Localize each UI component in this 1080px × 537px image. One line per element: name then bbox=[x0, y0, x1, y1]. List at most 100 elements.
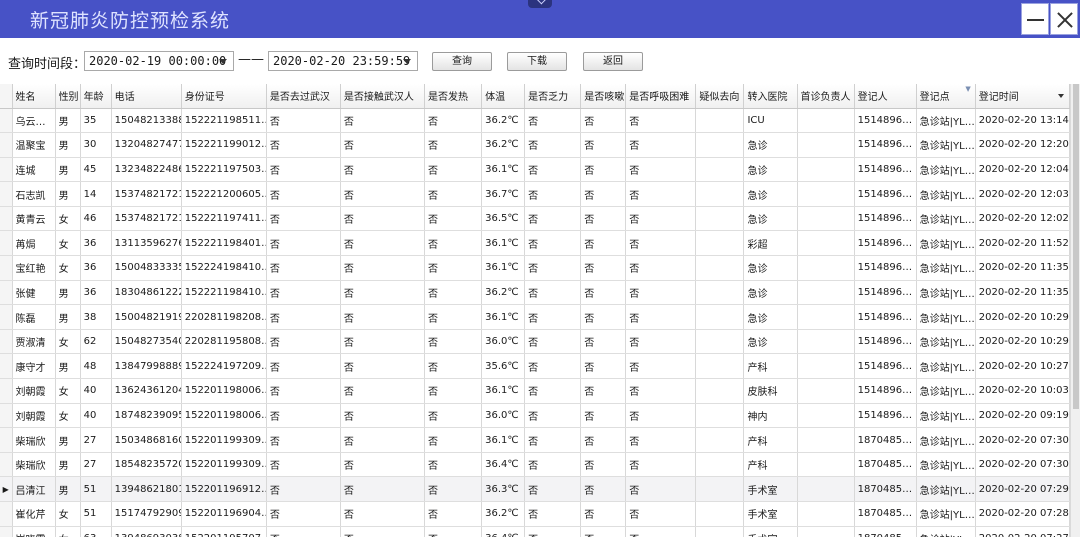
table-cell[interactable]: 36.2℃ bbox=[481, 132, 526, 158]
table-cell[interactable] bbox=[797, 378, 855, 404]
column-header[interactable]: 是否去过武汉 bbox=[266, 84, 341, 109]
table-cell[interactable]: 否 bbox=[424, 132, 483, 158]
table-cell[interactable]: 贾淑清 bbox=[12, 329, 56, 355]
table-cell[interactable]: 否 bbox=[424, 157, 483, 183]
table-cell[interactable]: 2020-02-20 12:20:1 bbox=[975, 132, 1071, 158]
row-header[interactable] bbox=[0, 452, 13, 478]
table-cell[interactable]: 否 bbox=[340, 526, 426, 537]
table-cell[interactable]: 产科 bbox=[743, 427, 798, 453]
table-cell[interactable]: 152221199012… bbox=[181, 132, 267, 158]
table-cell[interactable]: 1514896… bbox=[854, 403, 917, 429]
row-header[interactable] bbox=[0, 206, 13, 232]
table-cell[interactable] bbox=[695, 181, 745, 207]
table-cell[interactable]: 1514896… bbox=[854, 157, 917, 183]
table-cell[interactable]: 否 bbox=[625, 181, 697, 207]
table-cell[interactable]: 否 bbox=[580, 526, 627, 537]
table-cell[interactable]: 彩超 bbox=[743, 230, 798, 257]
table-cell[interactable]: 1514896… bbox=[854, 181, 917, 207]
table-cell[interactable]: 1514896… bbox=[854, 132, 917, 158]
table-cell[interactable]: 2020-02-20 12:03:3 bbox=[975, 181, 1071, 207]
table-cell[interactable]: 崔化芹 bbox=[12, 501, 56, 527]
table-cell[interactable]: 36.0℃ bbox=[481, 403, 526, 429]
row-header[interactable] bbox=[0, 329, 13, 355]
table-cell[interactable]: 36.4℃ bbox=[481, 526, 526, 537]
table-cell[interactable]: 否 bbox=[625, 255, 697, 281]
table-cell[interactable]: 急诊 bbox=[743, 181, 798, 207]
table-cell[interactable]: 1870485… bbox=[854, 526, 917, 537]
table-cell[interactable]: 否 bbox=[266, 132, 341, 158]
row-header[interactable] bbox=[0, 132, 13, 158]
table-cell[interactable]: 否 bbox=[424, 329, 483, 355]
start-time-picker[interactable]: 2020-02-19 00:00:00 bbox=[84, 51, 234, 71]
table-cell[interactable]: 152201199309… bbox=[181, 452, 267, 478]
table-cell[interactable]: 急诊 bbox=[743, 206, 798, 232]
table-cell[interactable]: 152221198511… bbox=[181, 108, 267, 134]
table-cell[interactable]: 康守才 bbox=[12, 353, 56, 380]
table-row[interactable]: 刘朝霞女 40 13624361204 152201198006… 否否否 36.1℃ 否否… bbox=[0, 378, 1071, 404]
table-cell[interactable]: 否 bbox=[524, 181, 582, 207]
table-cell[interactable]: 35 bbox=[80, 108, 112, 134]
table-cell[interactable]: 神内 bbox=[743, 403, 798, 429]
table-cell[interactable] bbox=[797, 501, 855, 527]
table-cell[interactable]: 2020-02-20 12:02:5 bbox=[975, 206, 1071, 232]
table-cell[interactable]: 13624361204 bbox=[111, 378, 182, 404]
table-cell[interactable]: 急诊站|YL… bbox=[916, 108, 976, 134]
column-header[interactable]: 性别 bbox=[55, 84, 81, 109]
table-cell[interactable]: 2020-02-20 07:30:4 bbox=[975, 427, 1071, 453]
table-cell[interactable]: 152221197411… bbox=[181, 206, 267, 232]
table-cell[interactable]: 否 bbox=[524, 132, 582, 158]
table-cell[interactable]: 柴瑞欣 bbox=[12, 452, 56, 478]
table-cell[interactable] bbox=[695, 526, 745, 537]
table-cell[interactable]: 否 bbox=[580, 427, 627, 453]
table-cell[interactable]: 男 bbox=[55, 157, 81, 183]
table-cell[interactable]: 急诊站|YL… bbox=[916, 230, 976, 257]
table-cell[interactable] bbox=[695, 476, 745, 502]
column-header[interactable]: 年龄 bbox=[80, 84, 112, 109]
table-cell[interactable]: 36.1℃ bbox=[481, 427, 526, 453]
table-cell[interactable]: 38 bbox=[80, 304, 112, 330]
table-row[interactable]: 崔晓霞女6313948693038152201195707…否否否36.4℃否否… bbox=[0, 526, 1071, 537]
table-cell[interactable]: 否 bbox=[266, 378, 341, 404]
table-cell[interactable]: 否 bbox=[524, 403, 582, 429]
table-row[interactable]: 连城男 45 13234822486 152221197503… 否否否 36.1℃ 否否否… bbox=[0, 157, 1071, 183]
table-cell[interactable]: 否 bbox=[424, 476, 483, 502]
table-row[interactable]: 乌云… 男 35 15048213388 152221198511… 否否否 36.2℃ 否否… bbox=[0, 108, 1071, 134]
table-cell[interactable]: 急诊站|YL… bbox=[916, 403, 976, 429]
table-cell[interactable]: 男 bbox=[55, 181, 81, 207]
table-cell[interactable]: 急诊站|YL… bbox=[916, 501, 976, 527]
table-cell[interactable]: 15374821721 bbox=[111, 181, 182, 207]
table-cell[interactable]: 否 bbox=[524, 280, 582, 306]
table-cell[interactable]: 否 bbox=[266, 452, 341, 478]
table-cell[interactable]: 152201196904… bbox=[181, 501, 267, 527]
table-cell[interactable]: 急诊站|YL… bbox=[916, 476, 976, 502]
table-cell[interactable]: 急诊 bbox=[743, 304, 798, 330]
table-cell[interactable]: 46 bbox=[80, 206, 112, 232]
table-cell[interactable]: 否 bbox=[340, 181, 426, 207]
table-cell[interactable]: 63 bbox=[80, 526, 112, 537]
table-cell[interactable]: 女 bbox=[55, 230, 81, 257]
table-cell[interactable]: 否 bbox=[580, 132, 627, 158]
table-cell[interactable] bbox=[695, 280, 745, 306]
records-grid[interactable]: 姓名 性别 年龄 电话 身份证号 是否去过武汉 是否接触武汉人 是否发热 体温 是否乏力 是否咳嗽是… bbox=[0, 84, 1080, 537]
table-cell[interactable]: 否 bbox=[524, 427, 582, 453]
table-cell[interactable] bbox=[695, 132, 745, 158]
table-cell[interactable]: 陈磊 bbox=[12, 304, 56, 330]
table-row[interactable]: 贾淑清女 62 15048273540 220281195808… 否否否 36.0℃ 否否… bbox=[0, 329, 1071, 355]
table-cell[interactable]: 男 bbox=[55, 452, 81, 478]
table-cell[interactable]: 否 bbox=[524, 157, 582, 183]
table-cell[interactable]: 152221200605… bbox=[181, 181, 267, 207]
row-header[interactable]: ▶ bbox=[0, 476, 13, 502]
table-cell[interactable]: 否 bbox=[625, 427, 697, 453]
column-header[interactable]: 是否呼吸困难 bbox=[625, 84, 697, 109]
table-cell[interactable]: 否 bbox=[424, 280, 483, 306]
table-cell[interactable]: 否 bbox=[580, 280, 627, 306]
table-cell[interactable]: 2020-02-20 11:35:5 bbox=[975, 255, 1071, 281]
table-cell[interactable]: 急诊站|YL… bbox=[916, 206, 976, 232]
table-cell[interactable]: 否 bbox=[580, 157, 627, 183]
table-cell[interactable]: 否 bbox=[524, 378, 582, 404]
table-row[interactable]: 张健男 36 18304861222 152221198410… 否否否 36.2℃ 否否否… bbox=[0, 280, 1071, 306]
minimize-button[interactable] bbox=[1021, 3, 1049, 35]
table-cell[interactable]: 51 bbox=[80, 501, 112, 527]
column-header[interactable]: 疑似去向 bbox=[695, 84, 745, 109]
table-cell[interactable]: 否 bbox=[625, 157, 697, 183]
